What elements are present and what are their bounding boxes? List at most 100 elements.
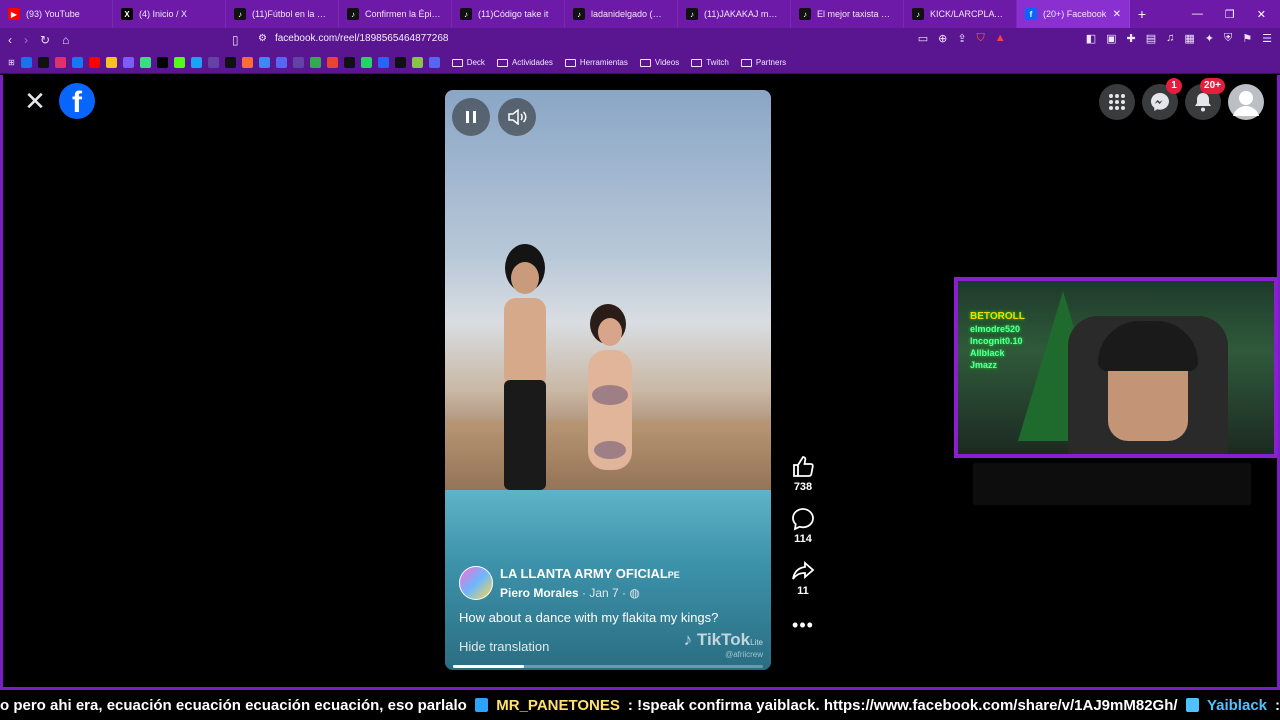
- account-avatar[interactable]: [1228, 84, 1264, 120]
- bookmark-favicon-icon[interactable]: [122, 57, 134, 68]
- forward-icon[interactable]: ›: [24, 33, 28, 47]
- bookmark-favicon-icon[interactable]: [241, 57, 253, 68]
- puzzle-icon[interactable]: ✚: [1127, 32, 1136, 45]
- menu-grid-button[interactable]: [1099, 84, 1135, 120]
- reel-video[interactable]: LA LLANTA ARMY OFICIALPE Piero Morales ·…: [445, 90, 771, 670]
- notifications-button[interactable]: 20+: [1185, 78, 1225, 120]
- messenger-icon: [1151, 93, 1169, 111]
- site-info-icon[interactable]: ⚙: [258, 33, 267, 44]
- address-bar[interactable]: ⚙ facebook.com/reel/1898565464877268: [258, 33, 448, 44]
- more-options-icon[interactable]: •••: [792, 615, 814, 636]
- bookmark-favicon-icon[interactable]: [343, 57, 355, 68]
- bookmark-folder-partners[interactable]: Partners: [740, 58, 787, 67]
- tab-0[interactable]: ▶ (93) YouTube: [0, 0, 113, 28]
- flag-icon[interactable]: ⚑: [1242, 32, 1252, 45]
- bookmark-favicon-icon[interactable]: [105, 57, 117, 68]
- bookmark-favicon-icon[interactable]: [258, 57, 270, 68]
- tab-favicon-icon: ♪: [347, 8, 359, 20]
- cube-icon: [1185, 698, 1199, 712]
- close-window-icon[interactable]: ✕: [1257, 8, 1266, 21]
- bookmark-folder-label: Partners: [755, 58, 787, 67]
- bookmark-folder-deck[interactable]: Deck: [451, 58, 485, 67]
- tab-5[interactable]: ♪ ladanidelgado (@lada...: [565, 0, 678, 28]
- page-avatar[interactable]: [459, 566, 493, 600]
- zoom-icon[interactable]: ⊕: [938, 32, 947, 45]
- tab-1[interactable]: X (4) Inicio / X: [113, 0, 226, 28]
- extension-icon[interactable]: ◧: [1086, 32, 1096, 45]
- close-reel-icon[interactable]: ✕: [24, 88, 46, 114]
- close-tab-icon[interactable]: ✕: [1113, 9, 1121, 20]
- bookmark-favicon-icon[interactable]: [207, 57, 219, 68]
- bookmark-favicon-icon[interactable]: [428, 57, 440, 68]
- bookmark-favicon-icon[interactable]: [326, 57, 338, 68]
- bookmark-favicon-icon[interactable]: [377, 57, 389, 68]
- extension-icon[interactable]: ▣: [1106, 32, 1116, 45]
- author-name[interactable]: Piero Morales: [500, 586, 579, 600]
- music-icon[interactable]: ♫: [1166, 32, 1174, 45]
- bookmark-favicon-icon[interactable]: [54, 57, 66, 68]
- leo-icon[interactable]: ✦: [1205, 32, 1214, 45]
- tab-title: KICK/LARCPLAY: Lo qu...: [930, 9, 1008, 19]
- home-icon[interactable]: ⌂: [62, 33, 69, 47]
- bookmark-page-icon[interactable]: ▯: [232, 33, 239, 47]
- share-button[interactable]: 11: [791, 559, 815, 597]
- bookmark-favicon-icon[interactable]: [71, 57, 83, 68]
- bookmark-favicon-icon[interactable]: [156, 57, 168, 68]
- bookmark-folder-label: Videos: [654, 58, 680, 67]
- bookmark-favicon-icon[interactable]: [173, 57, 185, 68]
- bookmark-favicon-icon[interactable]: [20, 57, 32, 68]
- bookmark-favicon-icon[interactable]: [275, 57, 287, 68]
- bookmark-favicon-icon[interactable]: [224, 57, 236, 68]
- reload-icon[interactable]: ↻: [40, 33, 50, 47]
- wallet-icon[interactable]: ▦: [1184, 32, 1194, 45]
- bookmark-favicon-icon[interactable]: [360, 57, 372, 68]
- thumbs-up-icon: [793, 456, 814, 477]
- sidebar-icon[interactable]: ▤: [1146, 32, 1156, 45]
- tab-6[interactable]: ♪ (11)JAKAKAJ me dió m...: [678, 0, 791, 28]
- video-progress-bar[interactable]: [453, 665, 763, 668]
- bookmark-favicon-icon[interactable]: [411, 57, 423, 68]
- comment-count: 114: [794, 533, 812, 545]
- bookmark-favicon-icon[interactable]: [37, 57, 49, 68]
- messenger-button[interactable]: 1: [1142, 78, 1182, 120]
- facebook-logo[interactable]: f: [59, 83, 95, 119]
- tab-9[interactable]: f (20+) Facebook ✕: [1017, 0, 1130, 28]
- tab-3[interactable]: ♪ Confirmen la Épica de...: [339, 0, 452, 28]
- reel-actions: 738 114 11 •••: [785, 455, 821, 636]
- vpn-icon[interactable]: ⛨: [1224, 32, 1232, 45]
- globe-icon: ◍: [629, 586, 640, 600]
- maximize-icon[interactable]: ❐: [1225, 8, 1235, 21]
- bookmark-favicon-icon[interactable]: [394, 57, 406, 68]
- volume-button[interactable]: [498, 98, 536, 136]
- bookmark-favicon-icon[interactable]: [139, 57, 151, 68]
- share-icon[interactable]: ⇪: [957, 32, 966, 45]
- tab-4[interactable]: ♪ (11)Código take it: [452, 0, 565, 28]
- like-button[interactable]: 738: [791, 455, 815, 493]
- tab-2[interactable]: ♪ (11)Fútbol en la Monta...: [226, 0, 339, 28]
- bookmark-folder-actividades[interactable]: Actividades: [496, 58, 553, 67]
- back-icon[interactable]: ‹: [8, 33, 12, 47]
- bookmark-favicon-icon[interactable]: [190, 57, 202, 68]
- bookmark-folder-herramientas[interactable]: Herramientas: [564, 58, 628, 67]
- new-tab-button[interactable]: +: [1130, 6, 1154, 22]
- page-name[interactable]: LA LLANTA ARMY OFICIALPE: [459, 566, 759, 581]
- bookmark-favicon-icon[interactable]: [88, 57, 100, 68]
- cast-icon[interactable]: ▭: [918, 32, 928, 45]
- bookmark-favicon-icon[interactable]: [292, 57, 304, 68]
- menu-icon[interactable]: ☰: [1262, 32, 1272, 45]
- author-line: Piero Morales · Jan 7 · ◍: [459, 586, 759, 600]
- brave-rewards-icon[interactable]: ▲: [995, 32, 1006, 45]
- pause-button[interactable]: [452, 98, 490, 136]
- bookmark-folder-videos[interactable]: Videos: [639, 58, 680, 67]
- tab-8[interactable]: ♪ KICK/LARCPLAY: Lo qu...: [904, 0, 1017, 28]
- tab-title: (20+) Facebook: [1043, 9, 1107, 19]
- share-arrow-icon: [792, 561, 815, 580]
- brave-shield-icon[interactable]: ⛉: [977, 32, 985, 45]
- bookmark-folder-twitch[interactable]: Twitch: [691, 58, 729, 67]
- bookmark-folder-label: Actividades: [511, 58, 553, 67]
- apps-grid-icon[interactable]: ⊞: [8, 58, 15, 67]
- minimize-icon[interactable]: —: [1192, 8, 1203, 21]
- comment-button[interactable]: 114: [791, 507, 815, 545]
- bookmark-favicon-icon[interactable]: [309, 57, 321, 68]
- tab-7[interactable]: ♪ El mejor taxista en Ma...: [791, 0, 904, 28]
